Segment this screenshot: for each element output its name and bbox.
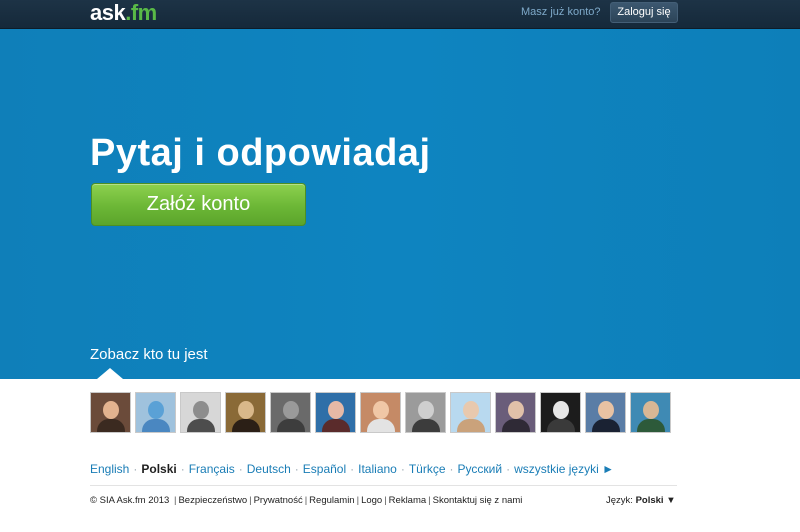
pointer-arrow: [97, 368, 123, 379]
language-selector[interactable]: Język: Polski ▼: [606, 495, 676, 506]
language-link[interactable]: Türkçe: [409, 462, 446, 476]
avatar-body: [367, 419, 395, 432]
logo-suffix: .fm: [125, 0, 157, 25]
language-link[interactable]: wszystkie języki ►: [514, 462, 614, 476]
user-avatar[interactable]: [450, 392, 491, 433]
avatar-body: [187, 419, 215, 432]
avatar-face: [148, 401, 164, 419]
avatar-strip: [90, 392, 690, 433]
avatar-body: [457, 419, 485, 432]
footer-link[interactable]: Skontaktuj się z nami: [433, 495, 523, 506]
user-avatar[interactable]: [315, 392, 356, 433]
separator: ·: [180, 462, 185, 476]
avatar-face: [418, 401, 434, 419]
language-link[interactable]: English: [90, 462, 129, 476]
user-avatar[interactable]: [405, 392, 446, 433]
user-avatar[interactable]: [180, 392, 221, 433]
avatar-body: [502, 419, 530, 432]
avatar-face: [193, 401, 209, 419]
chevron-down-icon: ▼: [666, 495, 676, 506]
footer-link[interactable]: Logo: [361, 495, 382, 506]
separator: |: [304, 495, 308, 506]
avatar-face: [328, 401, 344, 419]
avatar-body: [277, 419, 305, 432]
avatar-body: [142, 419, 170, 432]
language-link[interactable]: Italiano: [358, 462, 397, 476]
avatar-face: [103, 401, 119, 419]
separator: |: [384, 495, 387, 506]
avatar-body: [592, 419, 620, 432]
separator: |: [174, 495, 177, 506]
avatar-face: [598, 401, 614, 419]
separator: |: [249, 495, 252, 506]
footer-link[interactable]: Reklama: [389, 495, 427, 506]
avatar-face: [508, 401, 524, 419]
footer-link[interactable]: Prywatność: [254, 495, 303, 506]
separator: ·: [400, 462, 405, 476]
hero-headline: Pytaj i odpowiadaj: [90, 132, 431, 174]
language-link[interactable]: Deutsch: [247, 462, 291, 476]
user-avatar[interactable]: [540, 392, 581, 433]
user-avatar[interactable]: [495, 392, 536, 433]
separator: ·: [238, 462, 243, 476]
user-avatar[interactable]: [135, 392, 176, 433]
separator: ·: [449, 462, 454, 476]
signup-button[interactable]: Załóż konto: [91, 183, 306, 226]
copyright: © SIA Ask.fm 2013: [90, 495, 170, 506]
avatar-body: [97, 419, 125, 432]
user-avatar[interactable]: [630, 392, 671, 433]
footer-link[interactable]: Regulamin: [309, 495, 354, 506]
language-value: Polski: [635, 495, 664, 506]
see-who-heading: Zobacz kto tu jest: [90, 346, 208, 363]
avatar-body: [412, 419, 440, 432]
user-avatar[interactable]: [90, 392, 131, 433]
language-link: Polski: [141, 462, 177, 476]
avatar-face: [283, 401, 299, 419]
top-bar: ask.fm Masz już konto? Zaloguj się: [0, 0, 800, 29]
avatar-face: [373, 401, 389, 419]
separator: ·: [133, 462, 138, 476]
user-avatar[interactable]: [270, 392, 311, 433]
footer-divider: [90, 485, 677, 486]
avatar-body: [547, 419, 575, 432]
language-link[interactable]: Español: [303, 462, 346, 476]
user-avatar[interactable]: [225, 392, 266, 433]
avatar-face: [643, 401, 659, 419]
footer-link[interactable]: Bezpieczeństwo: [178, 495, 247, 506]
language-list: English · Polski · Français · Deutsch · Español ·…: [90, 462, 614, 476]
user-avatar[interactable]: [360, 392, 401, 433]
avatar-body: [637, 419, 665, 432]
logo-main: ask: [90, 0, 126, 25]
avatar-face: [553, 401, 569, 419]
logo[interactable]: ask.fm: [90, 0, 157, 28]
language-label: Język:: [606, 495, 633, 506]
have-account-text: Masz już konto?: [521, 6, 601, 18]
hero-section: Pytaj i odpowiadaj Załóż konto Zobacz kt…: [0, 29, 800, 379]
language-link[interactable]: Français: [189, 462, 235, 476]
footer-links: © SIA Ask.fm 2013 | Bezpieczeństwo | Prywat…: [90, 495, 522, 506]
separator: |: [356, 495, 360, 506]
avatar-face: [238, 401, 254, 419]
separator: ·: [506, 462, 511, 476]
separator: ·: [294, 462, 299, 476]
avatar-face: [463, 401, 479, 419]
avatar-body: [322, 419, 350, 432]
user-avatar[interactable]: [585, 392, 626, 433]
separator: |: [428, 495, 431, 506]
language-link[interactable]: Русский: [458, 462, 503, 476]
avatar-body: [232, 419, 260, 432]
login-button[interactable]: Zaloguj się: [610, 2, 678, 23]
separator: ·: [350, 462, 355, 476]
